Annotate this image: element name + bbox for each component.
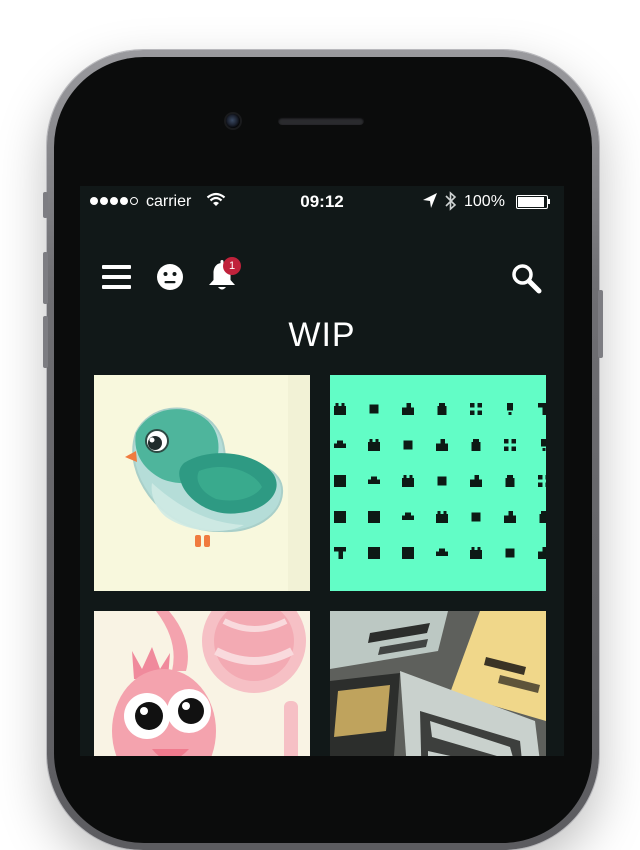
mute-switch xyxy=(43,192,48,218)
glyph-icon xyxy=(538,475,546,487)
battery-percentage: 100% xyxy=(464,193,505,210)
glyph-icon xyxy=(334,440,346,448)
bluetooth-icon xyxy=(445,191,457,211)
gallery-tile[interactable] xyxy=(330,375,546,591)
glyph-icon xyxy=(507,403,513,415)
status-bar: carrier 09:12 100% xyxy=(80,186,564,216)
glyph-icon xyxy=(470,547,482,559)
power-button xyxy=(598,290,603,358)
glyph-icon xyxy=(539,511,546,523)
glyph-icon xyxy=(368,511,380,523)
glyph-icon xyxy=(402,403,414,415)
battery-icon xyxy=(516,195,548,209)
gallery-tile[interactable] xyxy=(94,611,310,756)
glyph-icon xyxy=(504,511,516,523)
battery-level xyxy=(518,197,544,207)
glyph-icon xyxy=(437,403,447,415)
printed-cards-photo xyxy=(330,611,546,756)
glyph-icon xyxy=(368,439,380,451)
front-camera xyxy=(226,114,240,128)
glyph-icon xyxy=(541,439,546,451)
search-icon xyxy=(512,264,542,294)
volume-up-button xyxy=(43,252,48,304)
glyph-icon xyxy=(505,475,515,487)
glyph-icon xyxy=(368,476,380,484)
glyph-icon xyxy=(471,439,481,451)
glyph-icon xyxy=(538,403,546,415)
glyph-icon xyxy=(470,475,482,487)
glyph-icon xyxy=(471,512,481,522)
phone-screen: carrier 09:12 100% 1 WIP xyxy=(80,186,564,756)
profile-button[interactable] xyxy=(156,263,184,291)
face-icon xyxy=(157,264,183,290)
green-bird-illustration xyxy=(125,375,310,591)
glyph-icon xyxy=(334,403,346,415)
earpiece-speaker xyxy=(278,117,364,125)
glyph-icon xyxy=(436,548,448,556)
glyph-icon xyxy=(538,547,546,559)
glyph-icon xyxy=(436,439,448,451)
glyph-icon xyxy=(505,548,515,558)
page-title: WIP xyxy=(288,316,356,354)
menu-bar xyxy=(102,275,131,279)
notification-badge: 1 xyxy=(223,257,241,275)
menu-button[interactable] xyxy=(100,262,132,290)
glyph-icon xyxy=(504,439,516,451)
pink-bird-illustration xyxy=(94,611,310,756)
search-button[interactable] xyxy=(510,262,544,296)
glyph-icon xyxy=(403,440,413,450)
glyph-icon xyxy=(402,512,414,520)
gallery-tile[interactable] xyxy=(330,611,546,756)
glyph-icon xyxy=(437,476,447,486)
glyph-icon xyxy=(402,475,414,487)
glyph-icon xyxy=(334,475,346,487)
icon-glyph-grid xyxy=(334,403,546,559)
location-arrow-icon xyxy=(423,193,437,208)
glyph-icon xyxy=(368,547,380,559)
gallery-tile[interactable] xyxy=(94,375,310,591)
glyph-icon xyxy=(334,547,346,559)
glyph-icon xyxy=(402,547,414,559)
glyph-icon xyxy=(369,404,379,414)
glyph-icon xyxy=(334,511,346,523)
menu-bar xyxy=(102,285,131,289)
volume-down-button xyxy=(43,316,48,368)
menu-bar xyxy=(102,265,131,269)
glyph-icon xyxy=(470,403,482,415)
battery-cap xyxy=(548,199,550,204)
glyph-icon xyxy=(436,511,448,523)
